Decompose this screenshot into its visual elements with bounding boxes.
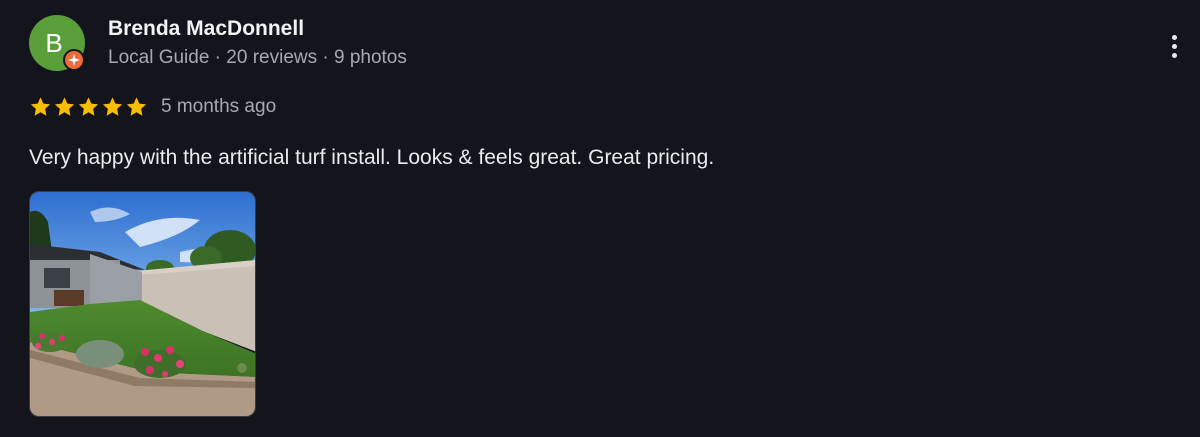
more-vertical-icon: [1171, 34, 1177, 40]
reviewer-name[interactable]: Brenda MacDonnell: [108, 17, 304, 41]
reviewer-meta: Local Guide · 20 reviews · 9 photos: [108, 47, 407, 68]
review-time: 5 months ago: [161, 96, 277, 117]
star-rating: [29, 96, 148, 118]
review-photo[interactable]: [29, 191, 256, 417]
review-card: B Brenda MacDonnell Local Guide · 20 rev…: [0, 0, 1200, 437]
star-icon: [54, 97, 75, 116]
star-icon: [30, 97, 51, 116]
star-icon: [78, 97, 99, 116]
review-text: Very happy with the artificial turf inst…: [29, 146, 715, 169]
star-icon: [126, 97, 147, 116]
star-icon: [102, 97, 123, 116]
more-vertical-icon-dot: [1171, 52, 1177, 58]
rating-row: 5 months ago: [29, 94, 276, 120]
more-options-button[interactable]: [1162, 28, 1186, 64]
local-guide-star-icon: [63, 49, 85, 71]
photo-image: [30, 192, 255, 416]
avatar-letter: B: [45, 28, 63, 58]
more-vertical-icon-dot: [1171, 43, 1177, 49]
